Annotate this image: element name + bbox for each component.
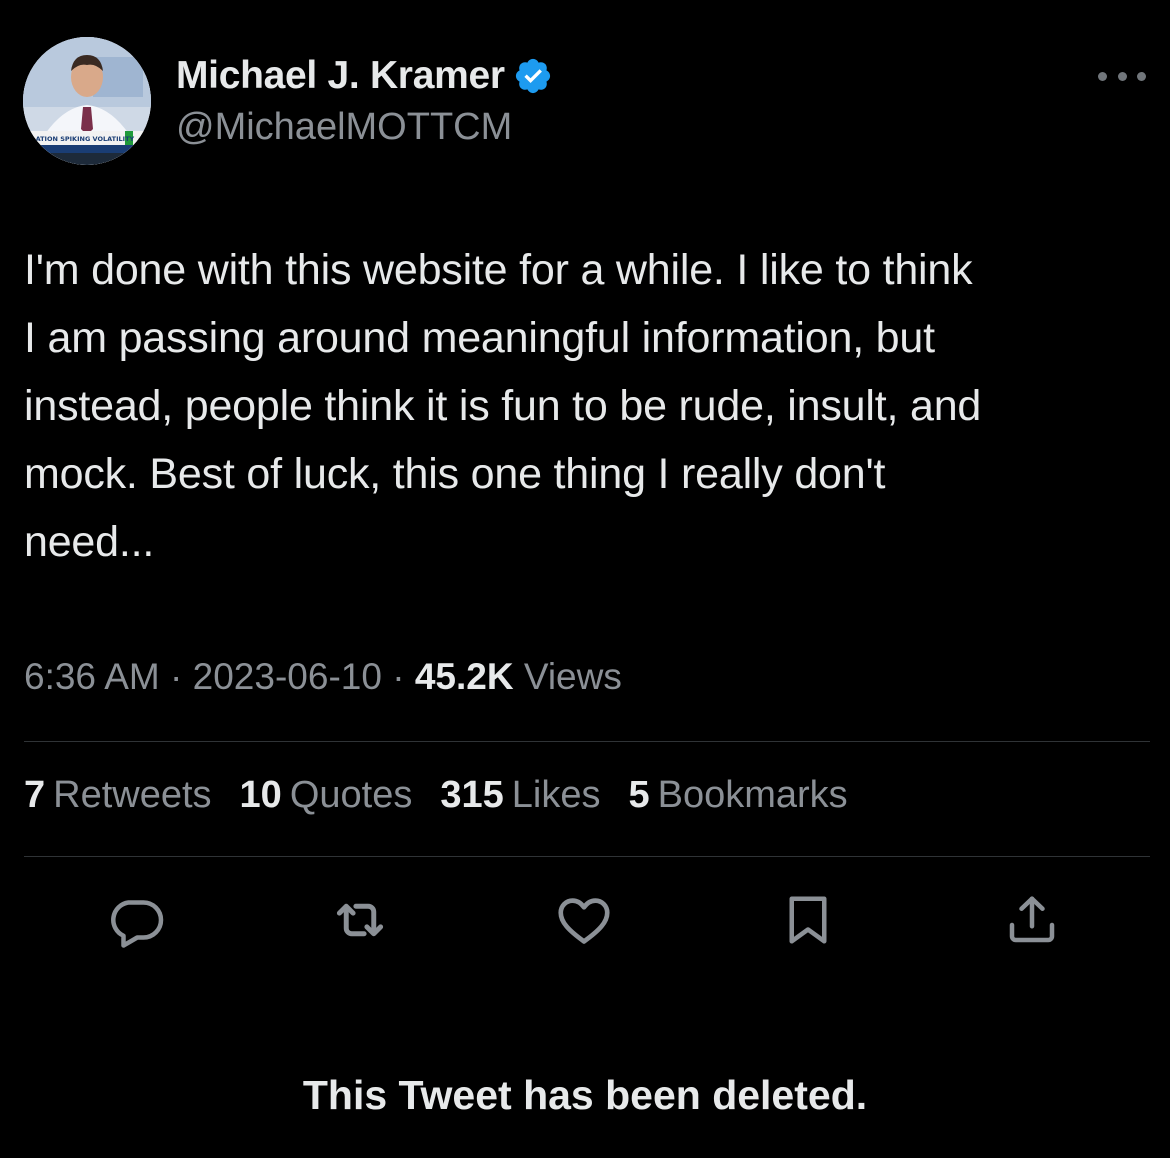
stat-count: 5 xyxy=(628,774,650,816)
views-count: 45.2K xyxy=(414,656,514,697)
action-bar xyxy=(0,890,1170,960)
verified-badge-icon xyxy=(513,56,553,96)
engagement-stats: 7 Retweets 10 Quotes 315 Likes 5 Bookmarks xyxy=(24,774,848,817)
tweet-meta: 6:36 AM · 2023-06-10 · 45.2K Views xyxy=(24,656,622,698)
tweet-text: I'm done with this website for a while. … xyxy=(24,246,982,566)
tweet-page: FLATION SPIKING VOLATILITY Michael J. Kr… xyxy=(0,0,1170,1158)
retweet-button[interactable] xyxy=(328,890,392,954)
avatar[interactable]: FLATION SPIKING VOLATILITY xyxy=(23,37,151,165)
divider xyxy=(24,856,1150,857)
name-row: Michael J. Kramer xyxy=(176,52,553,100)
share-icon xyxy=(1002,890,1062,955)
stat-label: Likes xyxy=(511,774,601,816)
avatar-caption: FLATION SPIKING VOLATILITY xyxy=(27,135,135,143)
stat-label: Bookmarks xyxy=(657,774,848,816)
stat-retweets[interactable]: 7 Retweets xyxy=(24,774,212,817)
tweet-time[interactable]: 6:36 AM xyxy=(24,656,160,697)
stat-likes[interactable]: 315 Likes xyxy=(440,774,600,817)
author-block: Michael J. Kramer @MichaelMOTTCM xyxy=(176,52,553,149)
divider xyxy=(24,741,1150,742)
stat-label: Quotes xyxy=(289,774,413,816)
display-name[interactable]: Michael J. Kramer xyxy=(176,54,505,98)
stat-count: 10 xyxy=(239,774,282,816)
tweet-date[interactable]: 2023-06-10 xyxy=(193,656,382,697)
stat-bookmarks[interactable]: 5 Bookmarks xyxy=(628,774,847,817)
meta-separator: · xyxy=(170,656,183,697)
share-button[interactable] xyxy=(1000,890,1064,954)
stat-count: 7 xyxy=(24,774,46,816)
stat-label: Retweets xyxy=(53,774,212,816)
retweet-icon xyxy=(327,887,393,958)
bookmark-icon xyxy=(778,890,838,955)
reply-button[interactable] xyxy=(104,890,168,954)
more-options-icon[interactable] xyxy=(1098,64,1146,88)
avatar-image: FLATION SPIKING VOLATILITY xyxy=(23,37,151,165)
like-icon xyxy=(553,889,615,956)
stat-quotes[interactable]: 10 Quotes xyxy=(240,774,413,817)
stat-count: 315 xyxy=(440,774,504,816)
deleted-notice: This Tweet has been deleted. xyxy=(302,1072,868,1118)
dot xyxy=(1098,71,1107,81)
meta-separator: · xyxy=(392,656,405,697)
views-label: Views xyxy=(523,656,622,697)
bookmark-button[interactable] xyxy=(776,890,840,954)
reply-icon xyxy=(106,890,166,955)
like-button[interactable] xyxy=(552,890,616,954)
dot xyxy=(1117,71,1127,81)
dot xyxy=(1137,71,1146,81)
handle[interactable]: @MichaelMOTTCM xyxy=(176,106,553,149)
